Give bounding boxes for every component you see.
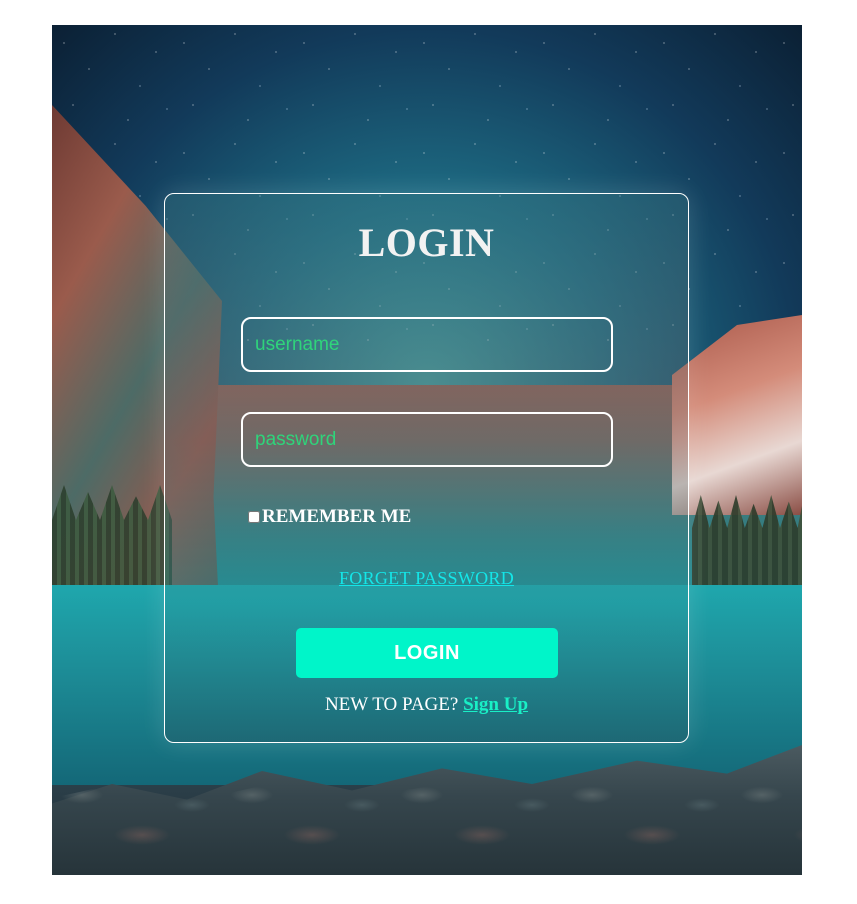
remember-me-label: REMEMBER ME (262, 506, 412, 527)
login-button[interactable]: LOGIN (296, 628, 558, 678)
signup-prompt-row: NEW TO PAGE? Sign Up (165, 694, 688, 716)
forgot-password-link[interactable]: FORGET PASSWORD (165, 568, 688, 589)
remember-me-row[interactable]: REMEMBER ME (248, 506, 411, 528)
signup-link[interactable]: Sign Up (463, 694, 528, 715)
username-input[interactable] (241, 317, 613, 372)
signup-prompt-text: NEW TO PAGE? (324, 694, 459, 715)
login-title: LOGIN (358, 220, 495, 265)
remember-me-checkbox[interactable] (248, 511, 260, 523)
login-card: LOGIN REMEMBER ME FORGET PASSWORD LOGIN … (164, 193, 689, 743)
password-input[interactable] (241, 412, 613, 467)
